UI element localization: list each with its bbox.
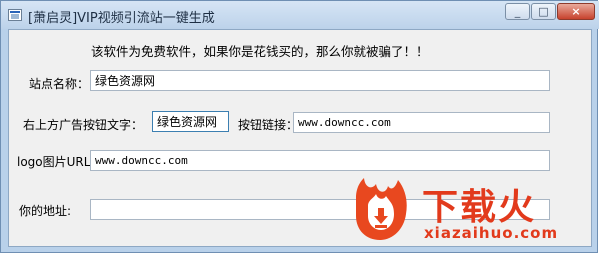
your-address-label: 你的地址:: [19, 204, 72, 218]
ad-button-text-label: 右上方广告按钮文字：: [23, 118, 144, 132]
button-link-input[interactable]: [293, 112, 550, 133]
title-bar[interactable]: [萧启灵]VIP视频引流站一键生成 _ □ ×: [1, 1, 599, 29]
site-name-label: 站点名称：: [29, 77, 90, 91]
logo-url-input[interactable]: [90, 150, 550, 171]
button-link-label: 按钮链接：: [238, 118, 299, 132]
watermark-brand-cn: 下载火: [422, 187, 537, 228]
free-software-notice: 该软件为免费软件，如果你是花钱买的，那么你就被骗了！！: [91, 44, 429, 59]
watermark: 下载火 xiazaihuo.com: [348, 176, 592, 246]
close-button[interactable]: ×: [557, 3, 595, 20]
watermark-brand-en: xiazaihuo.com: [424, 224, 559, 242]
minimize-button[interactable]: _: [505, 3, 530, 20]
app-icon[interactable]: [8, 9, 22, 21]
ad-button-text-input[interactable]: [152, 111, 229, 132]
window-title: [萧启灵]VIP视频引流站一键生成: [28, 11, 215, 26]
maximize-button[interactable]: □: [531, 3, 556, 20]
site-name-input[interactable]: [90, 70, 550, 91]
fire-download-logo-icon: [356, 178, 407, 240]
logo-url-label: logo图片URL:: [17, 155, 95, 169]
